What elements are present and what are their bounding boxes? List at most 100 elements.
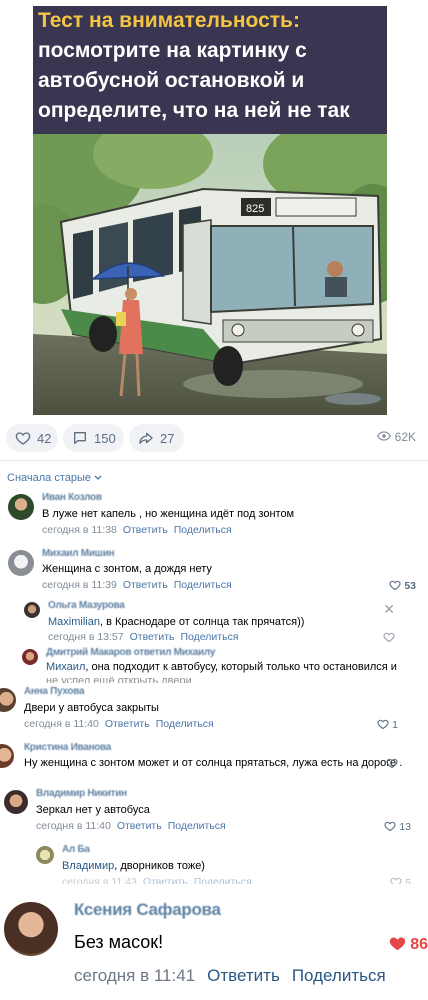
share-link[interactable]: Поделиться [168,820,226,832]
comment-author[interactable]: Анна Пухова [24,686,85,697]
reply-link[interactable]: Ответить [207,966,280,985]
comment-item: Иван Козлов В луже нет капель , но женщи… [0,492,428,540]
comment-like-button[interactable] [383,631,395,645]
comment-like-button[interactable]: 5 [390,876,411,884]
comment-time[interactable]: сегодня в 11:40 [36,820,111,832]
comment-text: Владимир, дворников тоже) [62,860,205,872]
comment-like-button[interactable]: 13 [384,820,411,834]
comment-button[interactable]: 150 [63,424,124,452]
comment-count: 150 [94,430,116,446]
share-link[interactable]: Поделиться [174,524,232,536]
avatar[interactable] [24,602,40,618]
heart-icon [15,430,31,446]
share-button[interactable]: 27 [129,424,184,452]
comment-time[interactable]: сегодня в 13:57 [48,631,124,643]
comment-time[interactable]: сегодня в 11:40 [24,718,99,730]
comment-like-count: 5 [405,877,411,884]
reply-link[interactable]: Ответить [130,631,175,643]
share-link[interactable]: Поделиться [194,876,252,884]
comment-author[interactable]: Ксения Сафарова [74,900,221,920]
avatar[interactable] [8,550,34,576]
reply-link[interactable]: Ответить [123,579,168,591]
comment-item: Кристина Иванова Ну женщина с зонтом мож… [0,742,428,778]
comment-like-count: 1 [392,719,398,731]
comment-item-zoomed: Ксения Сафарова Без масок! сегодня в 11:… [0,892,428,1000]
comment-author[interactable]: Михаил Мишин [42,548,115,559]
comment-meta: сегодня в 11:43 Ответить Поделиться [62,876,252,884]
comment-item: Михаил Мишин Женщина с зонтом, а дождя н… [0,548,428,596]
title-line-4: определите, что на ней не так [38,99,350,122]
avatar[interactable] [4,790,28,814]
sort-selector[interactable]: Сначала старые [7,472,102,484]
bus-stop-illustration: 825 [33,134,387,415]
comment-author[interactable]: Иван Козлов [42,492,102,503]
comment-like-count: 53 [404,580,416,592]
comment-text: Ну женщина с зонтом может и от солнца пр… [24,757,403,769]
comment-author[interactable]: Владимир Никитин [36,788,127,799]
comment-text: Двери у автобуса закрыты [24,702,159,714]
comment-time[interactable]: сегодня в 11:39 [42,579,117,591]
comment-like-count: 86 [410,936,428,953]
reply-link[interactable]: Ответить [105,718,150,730]
comment-author[interactable]: Ольга Мазурова [48,600,125,611]
comment-reply: Ал Ба Владимир, дворников тоже) сегодня … [0,844,428,884]
comment-text-continued: не успел ещё открыть двери [46,675,192,683]
post-image-title: Тест на внимательность: посмотрите на ка… [33,6,387,134]
comment-time[interactable]: сегодня в 11:43 [62,876,137,884]
like-count: 42 [37,430,52,446]
chevron-down-icon [94,472,102,484]
view-count: 62K [394,430,416,444]
comment-like-count: 13 [399,821,411,833]
reply-mention[interactable]: Владимир [62,860,114,872]
comment-like-button[interactable]: 1 [377,718,398,732]
comment-author[interactable]: Кристина Иванова [24,742,111,753]
avatar[interactable] [4,902,58,956]
reply-link[interactable]: Ответить [143,876,188,884]
heart-icon [388,934,407,956]
reply-mention[interactable]: Михаил [46,661,85,673]
share-link[interactable]: Поделиться [174,579,232,591]
close-icon[interactable]: ✕ [383,602,395,616]
avatar[interactable] [22,649,38,665]
heart-icon [389,579,401,593]
share-link[interactable]: Поделиться [156,718,214,730]
share-link[interactable]: Поделиться [181,631,239,643]
comment-meta: сегодня в 11:41 Ответить Поделиться [74,966,386,986]
title-line-3: автобусной остановкой и [38,69,305,92]
heart-icon [377,718,389,732]
reply-link[interactable]: Ответить [117,820,162,832]
share-count: 27 [160,430,175,446]
reply-link[interactable]: Ответить [123,524,168,536]
comment-reply: Ольга Мазурова Maximilian, в Краснодаре … [0,600,428,646]
like-button[interactable]: 42 [6,424,58,452]
heart-icon [390,876,402,884]
comment-like-button[interactable]: 86 [388,934,428,956]
comment-time[interactable]: сегодня в 11:41 [74,966,195,985]
avatar[interactable] [0,688,16,712]
comment-text: Зеркал нет у автобуса [36,804,150,816]
title-line-1: Тест на внимательность: [38,9,300,32]
comment-reply: Дмитрий Макаров ответил Михаилу Михаил, … [0,647,428,683]
comment-item: Владимир Никитин Зеркал нет у автобуса с… [0,788,428,836]
avatar[interactable] [36,846,54,864]
comment-time[interactable]: сегодня в 11:38 [42,524,117,536]
reply-mention[interactable]: Maximilian [48,616,100,628]
comment-text: Maximilian, в Краснодаре от солнца так п… [48,616,305,628]
bus-number: 825 [246,203,264,215]
comment-author[interactable]: Ал Ба [62,844,90,855]
comment-meta: сегодня в 13:57 Ответить Поделиться [48,631,238,643]
comment-meta: сегодня в 11:39 Ответить Поделиться [42,579,232,591]
comment-like-button[interactable] [386,757,398,771]
comment-text: Без масок! [74,932,164,952]
view-counter: 62K [376,430,416,444]
comment-like-button[interactable]: 53 [389,579,416,593]
comment-item: Анна Пухова Двери у автобуса закрыты сег… [0,686,428,734]
comment-text: Женщина с зонтом, а дождя нету [42,563,212,575]
avatar[interactable] [8,494,34,520]
heart-icon [384,820,396,834]
divider [0,460,428,461]
post-image[interactable]: Тест на внимательность: посмотрите на ка… [33,6,387,415]
comment-author[interactable]: Дмитрий Макаров ответил Михаилу [46,647,215,658]
avatar[interactable] [0,744,14,768]
share-link[interactable]: Поделиться [292,966,386,985]
